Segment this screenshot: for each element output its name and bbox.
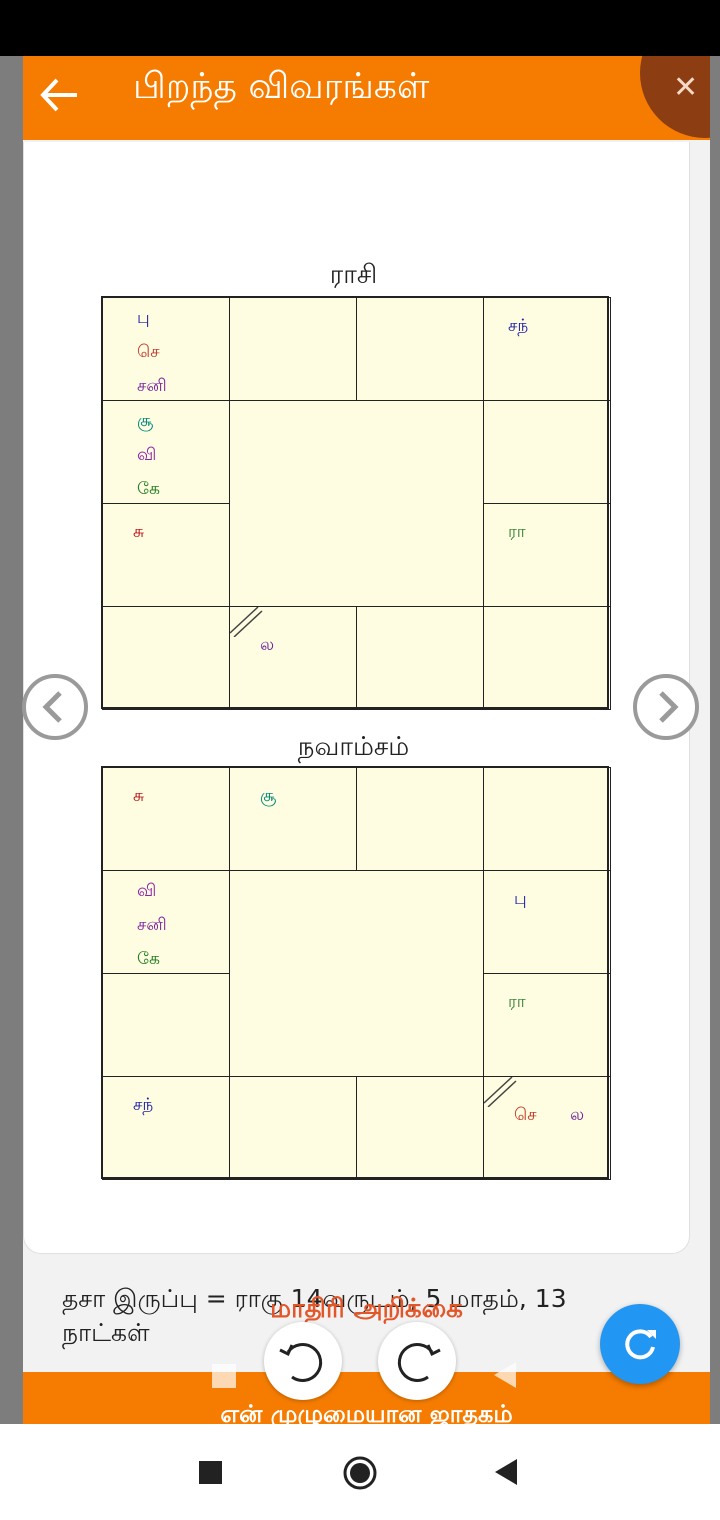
- planet-label: பு: [514, 889, 527, 909]
- planet-label: கே: [137, 479, 160, 499]
- close-icon[interactable]: ✕: [673, 70, 698, 105]
- ghost-recent-icon: [212, 1364, 236, 1388]
- chart-house: ரா: [483, 973, 611, 1077]
- chart-house: செ ல: [483, 1076, 611, 1180]
- backdrop: [710, 56, 720, 1426]
- planet-label: வி: [137, 445, 157, 465]
- chart-house: [483, 767, 611, 871]
- planet-label: செ: [514, 1105, 537, 1125]
- chart-house: [483, 400, 611, 504]
- chart-house: வி சனி கே: [102, 870, 230, 974]
- full-horoscope-label: என் முழுமையான ஜாதகம்: [220, 1400, 513, 1426]
- planet-label: ல: [570, 1105, 585, 1125]
- chart-house: [229, 1076, 357, 1180]
- lagna-mark: [484, 1077, 517, 1107]
- chart-house: சூ: [229, 767, 357, 871]
- planet-label: சு: [133, 522, 145, 542]
- rotate-left-icon: [279, 1342, 323, 1382]
- planet-label: ரா: [508, 522, 526, 542]
- planet-label: வி: [137, 881, 157, 901]
- arrow-left-icon[interactable]: [33, 70, 83, 120]
- chart-house: [356, 767, 484, 871]
- chart-house: [102, 973, 230, 1077]
- chart-house: [102, 606, 230, 710]
- planet-label: செ: [137, 342, 160, 362]
- birth-details-modal: பிறந்த விவரங்கள் ✕ ராசி பு செ சனி சந் சூ வி கே…: [23, 56, 710, 1426]
- chart-house: பு செ சனி: [102, 297, 230, 401]
- planet-label: சூ: [137, 411, 154, 431]
- prev-chart-button[interactable]: [22, 674, 88, 740]
- planet-label: சூ: [260, 786, 277, 806]
- chevron-left-icon: [42, 691, 62, 723]
- chart-house: சந்: [483, 297, 611, 401]
- recent-apps-icon[interactable]: [199, 1461, 222, 1484]
- chart-house: [229, 297, 357, 401]
- rotate-right-button[interactable]: [378, 1322, 456, 1400]
- status-bar: [0, 0, 720, 56]
- chart-house: பு: [483, 870, 611, 974]
- ghost-back-icon: [494, 1362, 516, 1388]
- header: பிறந்த விவரங்கள் ✕: [23, 56, 710, 140]
- planet-label: ரா: [508, 992, 526, 1012]
- refresh-icon: [625, 1329, 656, 1360]
- rotate-right-icon: [397, 1342, 441, 1382]
- chart-house: சு: [102, 503, 230, 607]
- chart-house: [356, 1076, 484, 1180]
- backdrop: [0, 56, 23, 1426]
- system-nav-bar: [0, 1424, 720, 1520]
- chart-house: ரா: [483, 503, 611, 607]
- chart-house: [356, 606, 484, 710]
- chart-house: சூ வி கே: [102, 400, 230, 504]
- planet-label: ல: [260, 635, 275, 655]
- chart-house: சந்: [102, 1076, 230, 1180]
- chevron-right-icon: [659, 691, 679, 723]
- planet-label: சனி: [137, 915, 167, 935]
- chart-house: சு: [102, 767, 230, 871]
- planet-label: சனி: [137, 376, 167, 396]
- page-title: பிறந்த விவரங்கள்: [133, 66, 430, 107]
- navamsam-chart: சு சூ வி சனி கே பு ரா சந் செ ல: [101, 766, 611, 1180]
- rasi-chart: பு செ சனி சந் சூ வி கே சு ரா ல: [101, 296, 611, 710]
- planet-label: சந்: [133, 1095, 154, 1115]
- chart-house: [356, 297, 484, 401]
- planet-label: சந்: [508, 316, 529, 336]
- chart-house: [483, 606, 611, 710]
- chart-card: ராசி பு செ சனி சந் சூ வி கே சு ரா ல நவாம்சம் சு சூ…: [23, 142, 690, 1347]
- refresh-button[interactable]: [600, 1304, 680, 1384]
- planet-label: கே: [137, 949, 160, 969]
- planet-label: பு: [137, 308, 150, 328]
- back-icon[interactable]: [495, 1459, 517, 1485]
- navamsam-chart-title: நவாம்சம்: [297, 732, 410, 762]
- next-chart-button[interactable]: [633, 674, 699, 740]
- rasi-chart-title: ராசி: [329, 260, 378, 290]
- home-icon[interactable]: [342, 1455, 378, 1491]
- chart-house: ல: [229, 606, 357, 710]
- planet-label: சு: [133, 786, 145, 806]
- lagna-mark: [230, 607, 263, 637]
- rotate-left-button[interactable]: [264, 1322, 342, 1400]
